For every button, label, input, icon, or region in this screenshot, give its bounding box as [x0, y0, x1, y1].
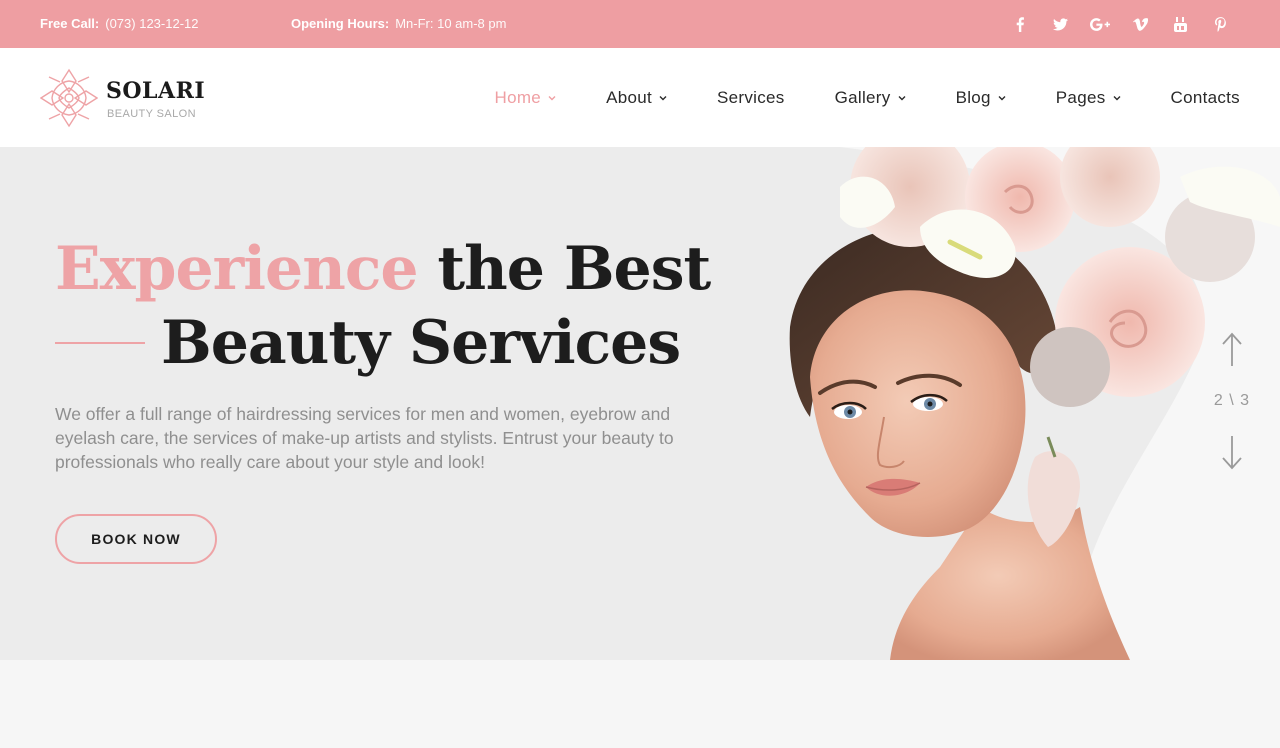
opening-hours-label: Opening Hours: [291, 16, 390, 31]
logo-name: SOLARI [106, 78, 206, 104]
twitter-icon[interactable] [1040, 0, 1080, 48]
book-now-button[interactable]: BOOK NOW [55, 514, 217, 564]
free-call-info: Free Call: (073) 123-12-12 [40, 0, 198, 48]
google-plus-icon[interactable] [1080, 0, 1120, 48]
arrow-up-icon[interactable] [1220, 332, 1244, 368]
facebook-icon[interactable] [1000, 0, 1040, 48]
nav-item-label: Services [717, 87, 785, 107]
nav-item-blog[interactable]: Blog [956, 88, 1006, 108]
nav-item-services[interactable]: Services [717, 88, 785, 108]
site-header: SOLARI BEAUTY SALON Home About Services … [0, 48, 1280, 147]
headline-rest: the Best [417, 234, 711, 304]
arrow-down-icon[interactable] [1220, 434, 1244, 470]
opening-hours-info: Opening Hours: Mn-Fr: 10 am-8 pm [291, 0, 506, 48]
nav-item-label: Home [494, 87, 542, 107]
chevron-down-icon [659, 95, 667, 100]
hero-headline: Experience the Best Beauty Services [55, 232, 711, 380]
chevron-down-icon [998, 95, 1006, 100]
free-call-label: Free Call: [40, 16, 100, 31]
nav-item-label: Contacts [1170, 87, 1240, 107]
logo[interactable]: SOLARI BEAUTY SALON [40, 68, 210, 128]
free-call-number[interactable]: (073) 123-12-12 [105, 16, 198, 31]
nav-item-home[interactable]: Home [495, 88, 557, 108]
main-nav: Home About Services Gallery Blog Pages C… [495, 48, 1240, 147]
nav-item-gallery[interactable]: Gallery [835, 88, 906, 108]
chevron-down-icon [548, 95, 556, 100]
hero-description: We offer a full range of hairdressing se… [55, 404, 674, 472]
headline-accent: Experience [55, 234, 419, 304]
vimeo-icon[interactable] [1120, 0, 1160, 48]
pinterest-icon[interactable] [1200, 0, 1240, 48]
slide-counter: 2 \ 3 [1213, 392, 1251, 409]
logo-tagline: BEAUTY SALON [107, 108, 196, 120]
slider-controls: 2 \ 3 [1200, 332, 1264, 472]
nav-item-contacts[interactable]: Contacts [1171, 88, 1241, 108]
hero-slider: Experience the Best Beauty Services We o… [0, 147, 1280, 660]
top-bar: Free Call: (073) 123-12-12 Opening Hours:… [0, 0, 1280, 48]
next-section [0, 660, 1280, 748]
nav-item-label: Pages [1055, 87, 1106, 107]
chevron-down-icon [1113, 95, 1120, 100]
social-links [1000, 0, 1240, 48]
youtube-icon[interactable] [1160, 0, 1200, 48]
nav-item-about[interactable]: About [606, 88, 667, 108]
nav-item-label: Gallery [834, 87, 891, 107]
chevron-down-icon [898, 95, 906, 100]
nav-item-label: About [606, 87, 653, 107]
headline-line2: Beauty Services [161, 308, 681, 378]
nav-item-pages[interactable]: Pages [1056, 88, 1121, 108]
opening-hours-value: Mn-Fr: 10 am-8 pm [395, 16, 507, 31]
headline-dash [55, 342, 145, 344]
lotus-logo-icon [40, 68, 98, 128]
nav-item-label: Blog [955, 87, 991, 107]
